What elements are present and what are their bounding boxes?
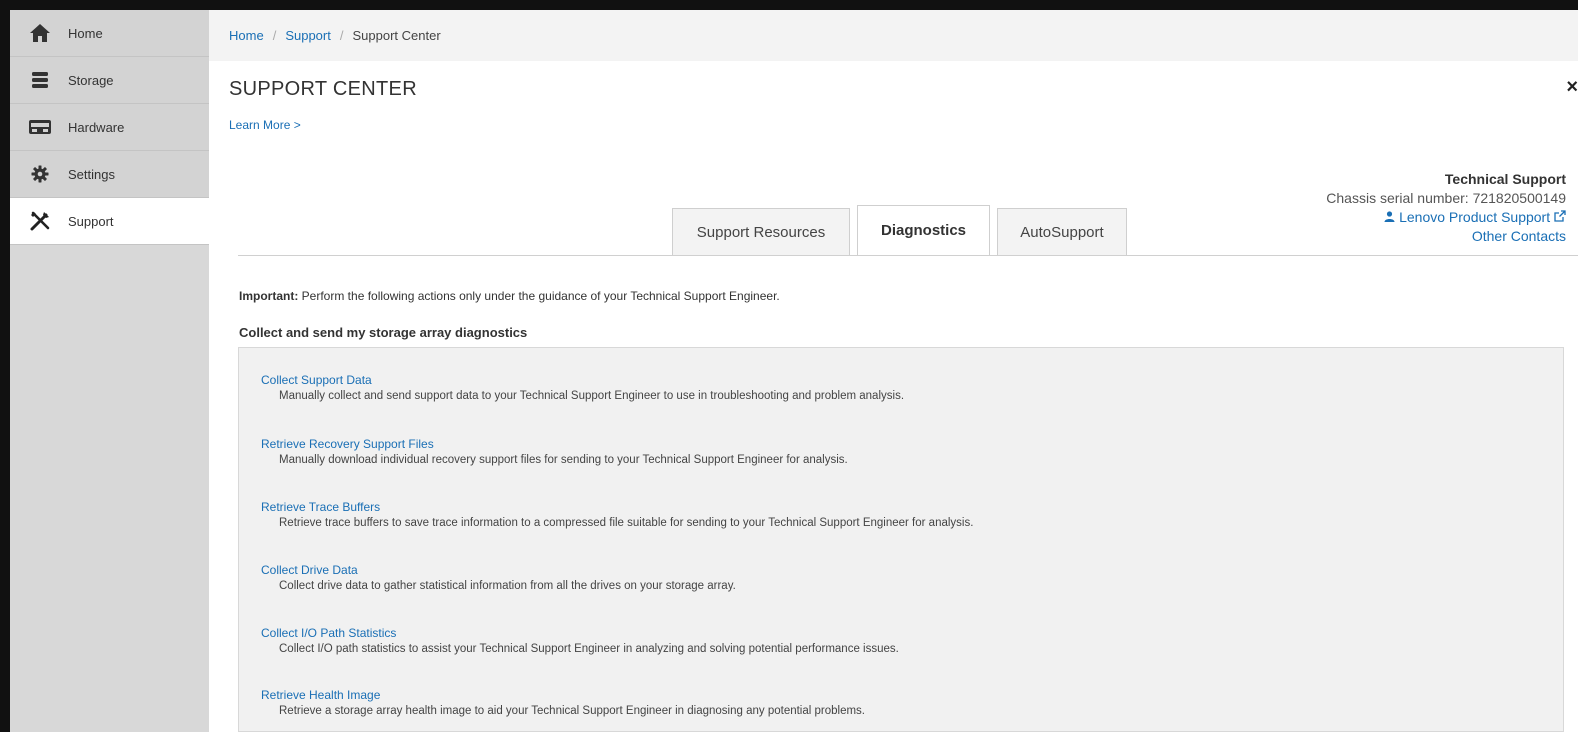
learn-more-link[interactable]: Learn More >: [229, 118, 301, 132]
other-contacts-link[interactable]: Other Contacts: [1326, 227, 1566, 246]
breadcrumb-home[interactable]: Home: [229, 28, 264, 43]
sidebar-item-label: Settings: [68, 166, 115, 182]
tab-bar: Support Resources Diagnostics AutoSuppor…: [672, 205, 1134, 255]
tools-icon: [26, 207, 54, 235]
retrieve-trace-buffers-link[interactable]: Retrieve Trace Buffers: [261, 500, 973, 514]
technical-support-title: Technical Support: [1444, 171, 1566, 187]
section-title: Collect and send my storage array diagno…: [239, 325, 528, 340]
collect-support-data-link[interactable]: Collect Support Data: [261, 373, 904, 387]
sidebar-item-label: Support: [68, 213, 114, 229]
chassis-serial-line: Chassis serial number: 721820500149: [1326, 189, 1566, 208]
sidebar-item-home[interactable]: Home: [10, 10, 209, 57]
retrieve-health-image-link[interactable]: Retrieve Health Image: [261, 688, 865, 702]
lenovo-product-support-line: Lenovo Product Support: [1326, 208, 1566, 227]
chassis-serial-label: Chassis serial number:: [1326, 190, 1469, 206]
breadcrumb-bar: Home / Support / Support Center: [209, 10, 1578, 61]
retrieve-recovery-support-files-link[interactable]: Retrieve Recovery Support Files: [261, 437, 848, 451]
list-item: Retrieve Health Image Retrieve a storage…: [261, 688, 865, 717]
external-link-icon: [1554, 209, 1566, 225]
important-notice: Important: Perform the following actions…: [239, 289, 780, 303]
tab-diagnostics[interactable]: Diagnostics: [857, 205, 990, 255]
sidebar: Home Storage Hardware Settings Support: [10, 10, 209, 732]
sidebar-item-label: Storage: [68, 72, 114, 88]
item-description: Collect I/O path statistics to assist yo…: [279, 643, 899, 655]
item-description: Collect drive data to gather statistical…: [279, 580, 736, 592]
window-frame-top: [0, 0, 1578, 10]
sidebar-item-storage[interactable]: Storage: [10, 57, 209, 104]
tab-autosupport[interactable]: AutoSupport: [997, 208, 1127, 255]
tab-underline: [238, 255, 1578, 256]
breadcrumb: Home / Support / Support Center: [229, 28, 441, 43]
page-title: SUPPORT CENTER: [229, 78, 417, 100]
list-item: Retrieve Trace Buffers Retrieve trace bu…: [261, 500, 973, 529]
sidebar-item-settings[interactable]: Settings: [10, 151, 209, 198]
list-item: Collect Support Data Manually collect an…: [261, 373, 904, 402]
item-description: Manually download individual recovery su…: [279, 454, 848, 466]
sidebar-item-support[interactable]: Support: [10, 198, 209, 245]
item-description: Manually collect and send support data t…: [279, 390, 905, 402]
window-frame-left: [0, 0, 10, 732]
technical-support-block: Technical Support Chassis serial number:…: [1326, 170, 1566, 246]
breadcrumb-support[interactable]: Support: [285, 28, 331, 43]
list-item: Collect I/O Path Statistics Collect I/O …: [261, 626, 899, 655]
tab-support-resources[interactable]: Support Resources: [672, 208, 850, 255]
sidebar-item-hardware[interactable]: Hardware: [10, 104, 209, 151]
diagnostics-panel: Collect Support Data Manually collect an…: [238, 347, 1564, 732]
sidebar-item-label: Hardware: [68, 119, 125, 135]
gear-icon: [26, 160, 54, 188]
chassis-serial-value: 721820500149: [1472, 190, 1566, 206]
main-content: Home / Support / Support Center SUPPORT …: [209, 10, 1578, 732]
item-description: Retrieve a storage array health image to…: [279, 705, 866, 717]
collect-io-path-statistics-link[interactable]: Collect I/O Path Statistics: [261, 626, 899, 640]
sidebar-item-label: Home: [68, 25, 103, 41]
home-icon: [26, 19, 54, 47]
breadcrumb-current: Support Center: [352, 28, 441, 43]
important-label: Important:: [239, 289, 299, 303]
close-icon[interactable]: ×: [1566, 76, 1578, 99]
item-description: Retrieve trace buffers to save trace inf…: [279, 517, 974, 529]
collect-drive-data-link[interactable]: Collect Drive Data: [261, 563, 736, 577]
breadcrumb-separator: /: [339, 28, 344, 43]
breadcrumb-separator: /: [272, 28, 277, 43]
important-text: Perform the following actions only under…: [301, 289, 780, 303]
user-icon: [1384, 209, 1399, 225]
hardware-icon: [26, 113, 54, 141]
storage-icon: [26, 66, 54, 94]
lenovo-product-support-link[interactable]: Lenovo Product Support: [1399, 209, 1550, 225]
list-item: Retrieve Recovery Support Files Manually…: [261, 437, 848, 466]
list-item: Collect Drive Data Collect drive data to…: [261, 563, 736, 592]
